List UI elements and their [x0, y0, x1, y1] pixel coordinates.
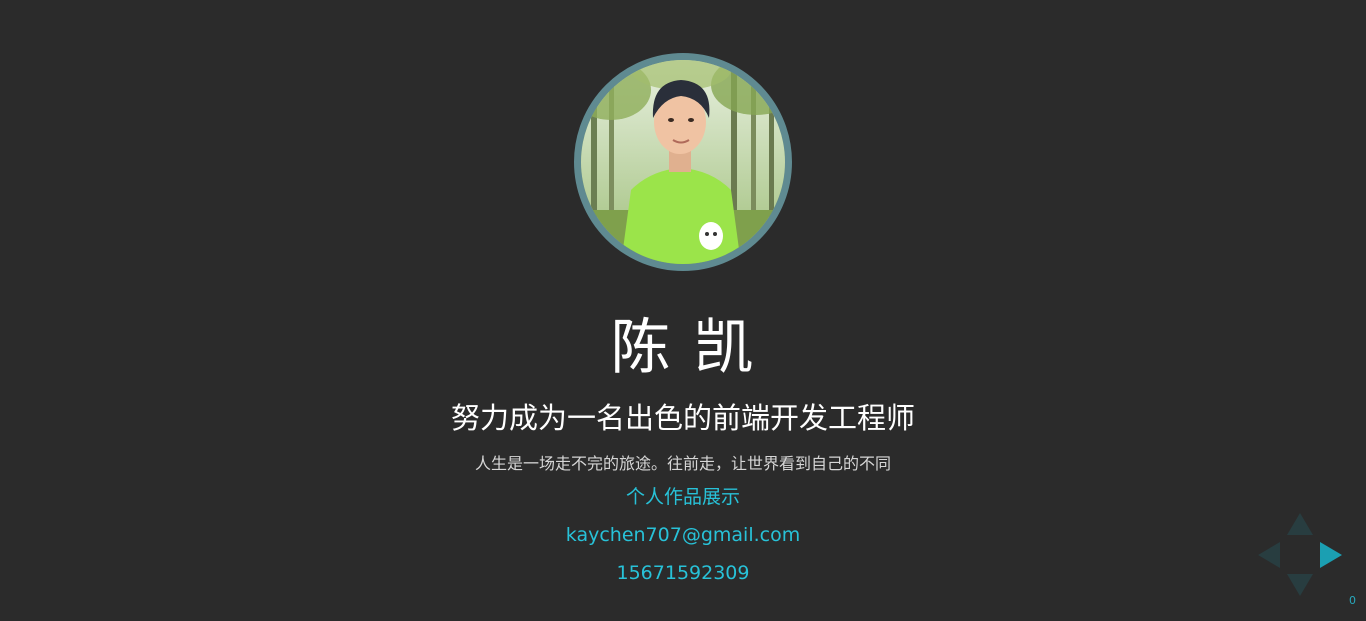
slide-controls — [1256, 511, 1346, 599]
portfolio-link[interactable]: 个人作品展示 — [0, 484, 1366, 510]
slide-stage: 陈 凯 努力成为一名出色的前端开发工程师 人生是一场走不完的旅途。往前走，让世界… — [0, 0, 1366, 621]
nav-right-icon[interactable] — [1320, 542, 1342, 568]
nav-up-icon[interactable] — [1287, 513, 1313, 535]
profile-subtitle: 努力成为一名出色的前端开发工程师 — [450, 401, 915, 435]
email-link[interactable]: kaychen707@gmail.com — [0, 522, 1366, 548]
avatar — [574, 53, 792, 271]
profile-motto: 人生是一场走不完的旅途。往前走，让世界看到自己的不同 — [474, 454, 891, 473]
profile-name: 陈 凯 — [610, 313, 756, 383]
avatar-photo — [581, 60, 785, 264]
phone-link[interactable]: 15671592309 — [0, 560, 1366, 586]
slide-number: 0 — [1349, 594, 1356, 607]
nav-down-icon[interactable] — [1287, 574, 1313, 596]
nav-left-icon[interactable] — [1258, 542, 1280, 568]
